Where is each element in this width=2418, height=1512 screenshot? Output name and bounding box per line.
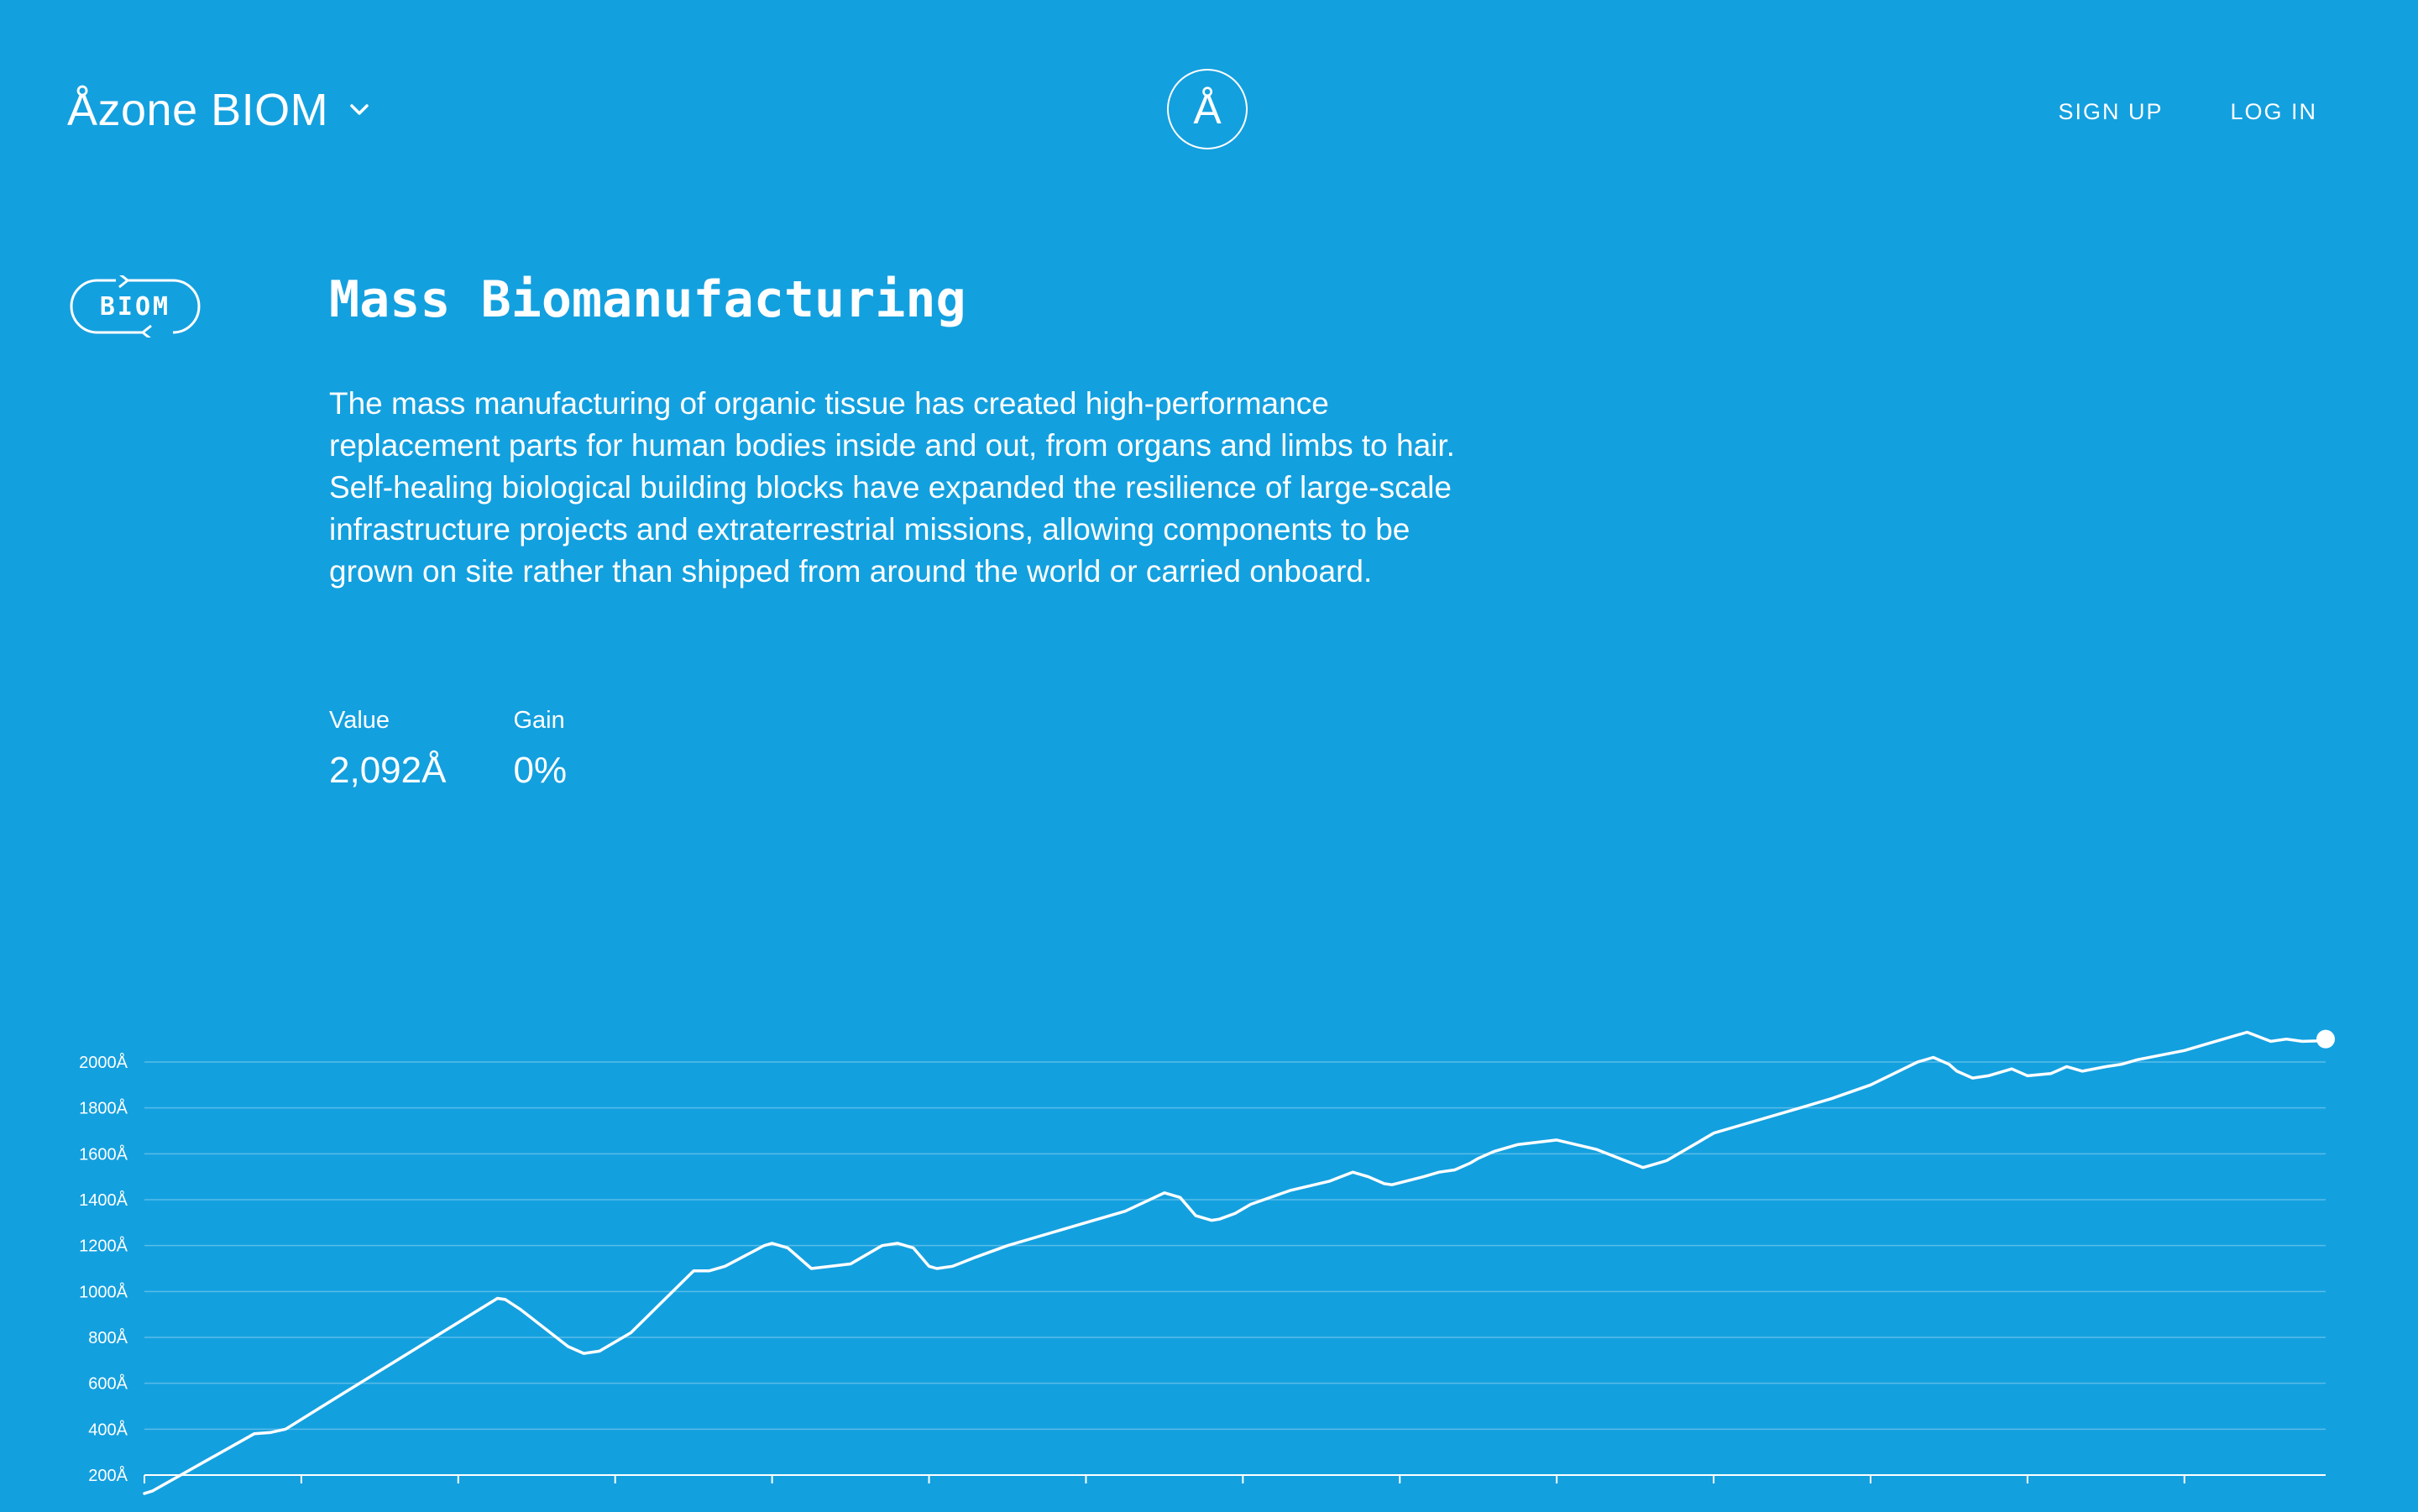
chart-series [143, 1029, 2335, 1495]
sign-up-link[interactable]: SIGN UP [2058, 99, 2163, 125]
x-axis [144, 1475, 2185, 1483]
chart-grid [144, 1061, 2326, 1476]
gain-amount: 0% [513, 750, 568, 791]
value-label: Value [329, 707, 390, 734]
current-value-marker[interactable] [2316, 1029, 2335, 1049]
y-tick-label: 600Å [88, 1374, 128, 1394]
brand-name: Åzone BIOM [67, 85, 329, 135]
value-amount: 2,092Å [329, 750, 447, 791]
log-in-link[interactable]: LOG IN [2230, 99, 2317, 125]
y-tick-label: 1000Å [79, 1282, 128, 1301]
gain-stat: Gain 0% [513, 707, 567, 792]
y-tick-label: 1800Å [79, 1099, 128, 1118]
top-nav: SIGN UP LOG IN [2058, 99, 2317, 125]
y-tick-label: 200Å [88, 1466, 128, 1485]
value-stat: Value 2,092Å [329, 707, 446, 792]
page: Åzone BIOM Å SIGN UP LOG IN BIOM Mass Bi… [0, 0, 2418, 1512]
series-line [143, 1030, 2327, 1495]
page-title: Mass Biomanufacturing [329, 270, 966, 329]
y-tick-label: 800Å [88, 1328, 128, 1347]
logo-glyph: Å [1193, 86, 1222, 133]
description: The mass manufacturing of organic tissue… [329, 386, 1455, 589]
y-axis: 2000Å 1800Å 1600Å 1400Å 1200Å 1000Å 800Å 600Å 40… [79, 1053, 128, 1485]
y-tick-label: 1200Å [79, 1237, 128, 1256]
y-tick-label: 400Å [88, 1420, 128, 1439]
chevron-down-icon [350, 104, 369, 115]
value-chart[interactable]: 2000Å 1800Å 1600Å 1400Å 1200Å 1000Å 800Å 600Å 40… [0, 1007, 2418, 1512]
gain-label: Gain [513, 707, 565, 734]
stats: Value 2,092Å Gain 0% [329, 707, 567, 792]
y-tick-label: 1400Å [79, 1190, 128, 1210]
y-tick-label: 2000Å [79, 1053, 128, 1072]
badge-label: BIOM [99, 291, 171, 322]
biom-badge: BIOM [67, 275, 203, 337]
brand-menu-button[interactable]: Åzone BIOM [67, 84, 372, 136]
y-tick-label: 1600Å [79, 1144, 128, 1164]
logo-icon[interactable]: Å [1167, 69, 1248, 149]
